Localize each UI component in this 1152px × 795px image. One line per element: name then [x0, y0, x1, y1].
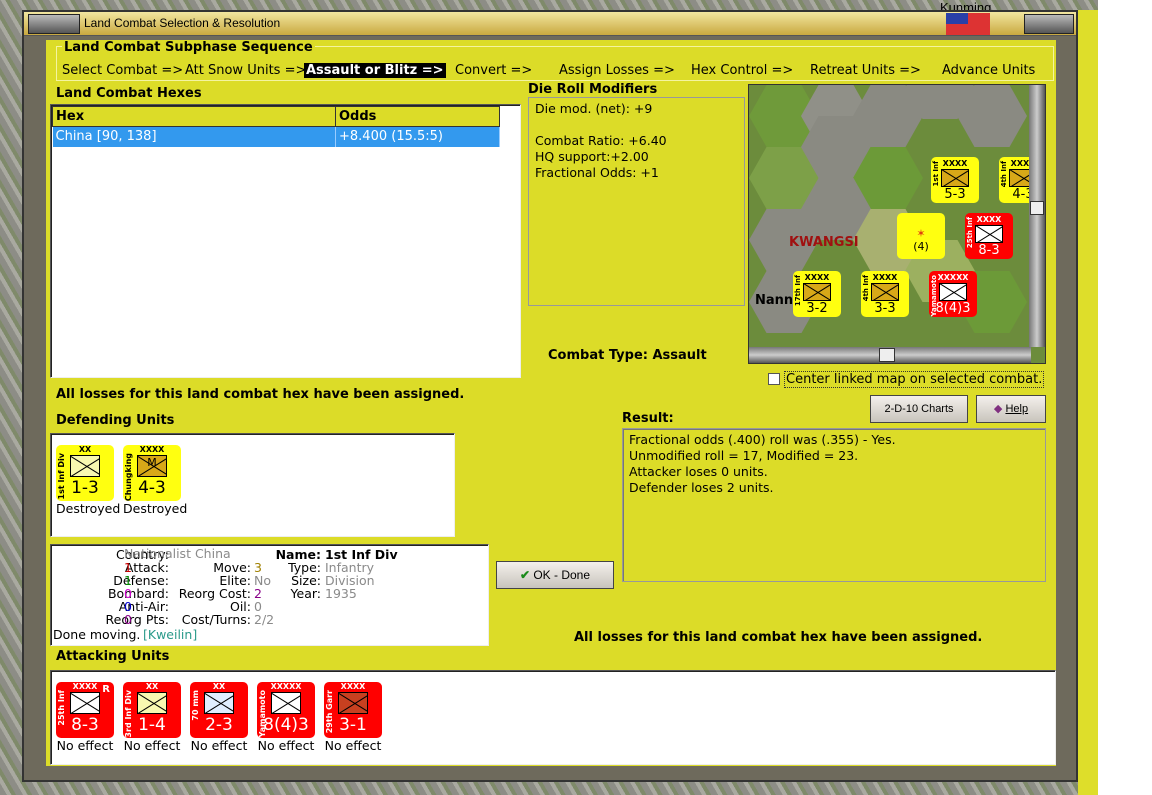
defending-unit[interactable]: Chungking XXXX M 4-3 Destroyed — [123, 443, 187, 516]
ok-done-button[interactable]: ✔ OK - Done — [496, 561, 614, 589]
center-map-checkbox[interactable] — [768, 373, 780, 385]
center-map-label[interactable]: Center linked map on selected combat. — [784, 371, 1045, 388]
unit-counter: 3rd Inf Div XX 1-4 — [123, 682, 181, 738]
city-label: Nann — [755, 293, 794, 308]
map-horizontal-scroll-thumb[interactable] — [879, 348, 895, 362]
die-roll-modifiers: Die mod. (net): +9 Combat Ratio: +6.40 H… — [528, 97, 745, 306]
step-hex-control: Hex Control => — [691, 63, 794, 78]
attacking-unit[interactable]: 3rd Inf Div XX 1-4 No effect — [123, 680, 181, 753]
counter-name: 1st Inf — [932, 161, 940, 187]
attacking-unit[interactable]: 25th Inf R XXXX 8-3 No effect — [56, 680, 114, 753]
unit-status: No effect — [324, 738, 382, 753]
combat-ratio: Combat Ratio: +6.40 — [535, 133, 667, 148]
step-assault-or-blitz: Assault or Blitz => — [304, 63, 446, 78]
hexes-title: Land Combat Hexes — [56, 86, 202, 101]
move-status: Done moving. — [53, 627, 141, 642]
counter-name: 4th Inf — [1000, 161, 1008, 188]
hexes-table-container: Hex Odds China [90, 138] +8.400 (15.5:5) — [50, 104, 521, 378]
unit-counter: 29th Garr XXXX 3-1 — [324, 682, 382, 738]
reserve-badge: R — [102, 684, 110, 695]
counter-name: Yamamoto — [930, 275, 938, 317]
unit-status: No effect — [56, 738, 114, 753]
unit-status: Destroyed — [123, 501, 188, 516]
map-counter[interactable]: Yamamoto XXXXX 8(4)3 — [929, 271, 977, 317]
ok-label: OK - Done — [533, 568, 591, 582]
counter-name: 4th Inf — [862, 275, 870, 302]
checkmark-icon: ✔ — [519, 568, 530, 582]
die-roll-title: Die Roll Modifiers — [528, 82, 658, 97]
window-title: Land Combat Selection & Resolution — [84, 16, 281, 30]
country-value: Nationalist China — [124, 546, 231, 561]
unit-status: No effect — [257, 738, 315, 753]
unit-status: No effect — [123, 738, 181, 753]
unit-status: No effect — [190, 738, 248, 753]
hex-cell: China [90, 138] — [52, 126, 336, 147]
reorgpts-value: 0 — [124, 612, 132, 627]
attacking-unit[interactable]: 29th Garr XXXX 3-1 No effect — [324, 680, 382, 753]
unit-info-panel: Country: Nationalist China Attack: 1 Defen… — [50, 544, 489, 646]
counter-name: 25th Inf — [966, 217, 974, 249]
close-button[interactable] — [1024, 14, 1074, 34]
map-counter[interactable]: 4th Inf XXXX 3-3 — [861, 271, 909, 317]
costturns-value: 2/2 — [254, 612, 275, 627]
counter-name: 17th Inf — [794, 275, 802, 307]
result-line: Defender loses 2 units. — [629, 480, 774, 495]
step-advance-units: Advance Units — [942, 63, 1036, 78]
losses-assigned-message-2: All losses for this land combat hex have… — [574, 630, 983, 645]
result-line: Unmodified roll = 17, Modified = 23. — [629, 448, 859, 463]
map-vertical-scroll-thumb[interactable] — [1030, 201, 1044, 215]
year-label: Year: — [290, 586, 321, 601]
column-hex[interactable]: Hex — [52, 106, 336, 127]
reorgpts-label: Reorg Pts: — [105, 612, 169, 627]
map-counter[interactable]: 1st Inf XXXX 5-3 — [931, 157, 979, 203]
map-vertical-scrollbar[interactable] — [1029, 85, 1045, 347]
losses-assigned-message: All losses for this land combat hex have… — [56, 387, 465, 402]
unit-counter: 25th Inf R XXXX 8-3 — [56, 682, 114, 738]
region-label: KWANGSI — [789, 235, 859, 250]
map-counter[interactable]: 25th Inf XXXX 8-3 — [965, 213, 1013, 259]
help-book-icon: ◆ — [993, 403, 1003, 415]
window-menu-button[interactable] — [28, 14, 80, 34]
step-convert: Convert => — [455, 63, 533, 78]
attacking-unit[interactable]: Yamamoto XXXXX 8(4)3 No effect — [257, 680, 315, 753]
result-title: Result: — [622, 411, 674, 426]
odds-cell: +8.400 (15.5:5) — [335, 126, 500, 147]
help-label: Help — [1005, 403, 1029, 415]
year-value: 1935 — [325, 586, 357, 601]
hq-support: HQ support:+2.00 — [535, 149, 649, 164]
map-counter[interactable]: 17th Inf XXXX 3-2 — [793, 271, 841, 317]
defending-unit[interactable]: 1st Inf Div XX 1-3 Destroyed — [56, 443, 120, 516]
subphase-title: Land Combat Subphase Sequence — [62, 40, 315, 55]
mini-map[interactable]: KWANGSI Nann 1st Inf XXXX 5-3 4th Inf XXXX 4… — [748, 84, 1046, 364]
result-line: Attacker loses 0 units. — [629, 464, 768, 479]
attacking-unit[interactable]: 70 mm XX 2-3 No effect — [190, 680, 248, 753]
attacking-title: Attacking Units — [56, 649, 170, 664]
unit-counter: Yamamoto XXXXX 8(4)3 — [257, 682, 315, 738]
step-retreat-units: Retreat Units => — [810, 63, 921, 78]
table-row[interactable]: China [90, 138] +8.400 (15.5:5) — [52, 126, 500, 147]
charts-button[interactable]: 2-D-10 Charts — [870, 395, 968, 423]
step-select-combat: Select Combat => — [62, 63, 184, 78]
step-assign-losses: Assign Losses => — [559, 63, 675, 78]
combat-marker[interactable]: ✶ (4) — [897, 213, 945, 259]
costturns-label: Cost/Turns: — [181, 612, 251, 627]
background-map-right — [1078, 10, 1098, 795]
nationalist-china-flag-icon — [946, 13, 990, 35]
unit-status: Destroyed — [56, 501, 121, 516]
unit-counter: 70 mm XX 2-3 — [190, 682, 248, 738]
location-value: [Kweilin] — [143, 627, 198, 642]
help-button[interactable]: ◆ Help — [976, 395, 1046, 423]
combat-type: Combat Type: Assault — [548, 348, 707, 363]
defending-title: Defending Units — [56, 413, 175, 428]
step-att-snow-units: Att Snow Units => — [185, 63, 307, 78]
fractional-odds: Fractional Odds: +1 — [535, 165, 659, 180]
result-line: Fractional odds (.400) roll was (.355) -… — [629, 432, 896, 447]
column-odds[interactable]: Odds — [335, 106, 500, 127]
die-mod-net: Die mod. (net): +9 — [535, 101, 653, 116]
result-box: Fractional odds (.400) roll was (.355) -… — [622, 428, 1046, 582]
